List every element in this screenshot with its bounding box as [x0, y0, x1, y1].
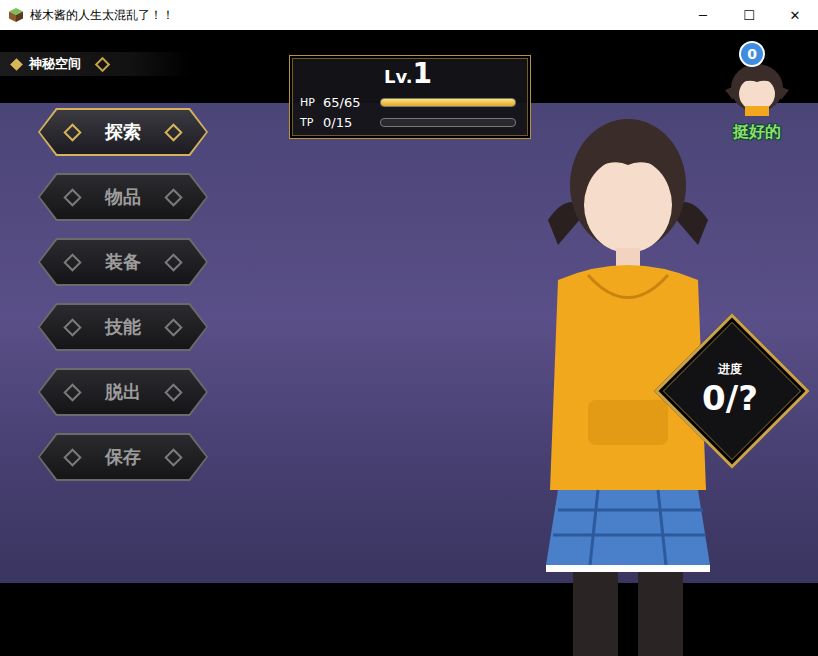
mood-text: 挺好的 — [733, 122, 781, 143]
menu-button[interactable]: 技能 — [38, 303, 208, 351]
stat-row: TP 0/15 — [300, 112, 516, 132]
menu-button[interactable]: 物品 — [38, 173, 208, 221]
progress-badge: 进度 0/? — [655, 314, 805, 464]
command-menu: 探索 物品 装备 技能 脱出 保存 — [38, 108, 208, 481]
window-control[interactable]: ☐ — [726, 0, 772, 30]
mood-indicator: 0 挺好的 — [712, 38, 802, 143]
game-window: 椪木酱的人生太混乱了！！ ─☐✕ 神秘空间 Lv.1 HP 65/65 TP 0… — [0, 0, 818, 656]
ornament-icon — [95, 56, 111, 72]
title-bar: 椪木酱的人生太混乱了！！ ─☐✕ — [0, 0, 818, 30]
window-control[interactable]: ─ — [680, 0, 726, 30]
level: Lv.1 — [300, 60, 516, 92]
stat-row: HP 65/65 — [300, 92, 516, 112]
game-screen: 神秘空间 Lv.1 HP 65/65 TP 0/15 探索 物品 装备 技能 脱… — [0, 30, 818, 656]
status-panel: Lv.1 HP 65/65 TP 0/15 — [289, 55, 531, 139]
menu-button[interactable]: 脱出 — [38, 368, 208, 416]
window-title: 椪木酱的人生太混乱了！！ — [30, 7, 680, 24]
stat-bar — [380, 118, 516, 127]
location-icon — [10, 58, 23, 71]
chibi-face-icon — [721, 60, 793, 116]
menu-button[interactable]: 保存 — [38, 433, 208, 481]
app-icon — [8, 7, 24, 23]
location-label: 神秘空间 — [0, 52, 190, 76]
stat-bar — [380, 98, 516, 107]
mood-count: 0 — [739, 41, 765, 67]
window-control[interactable]: ✕ — [772, 0, 818, 30]
menu-button[interactable]: 探索 — [38, 108, 208, 156]
menu-button[interactable]: 装备 — [38, 238, 208, 286]
